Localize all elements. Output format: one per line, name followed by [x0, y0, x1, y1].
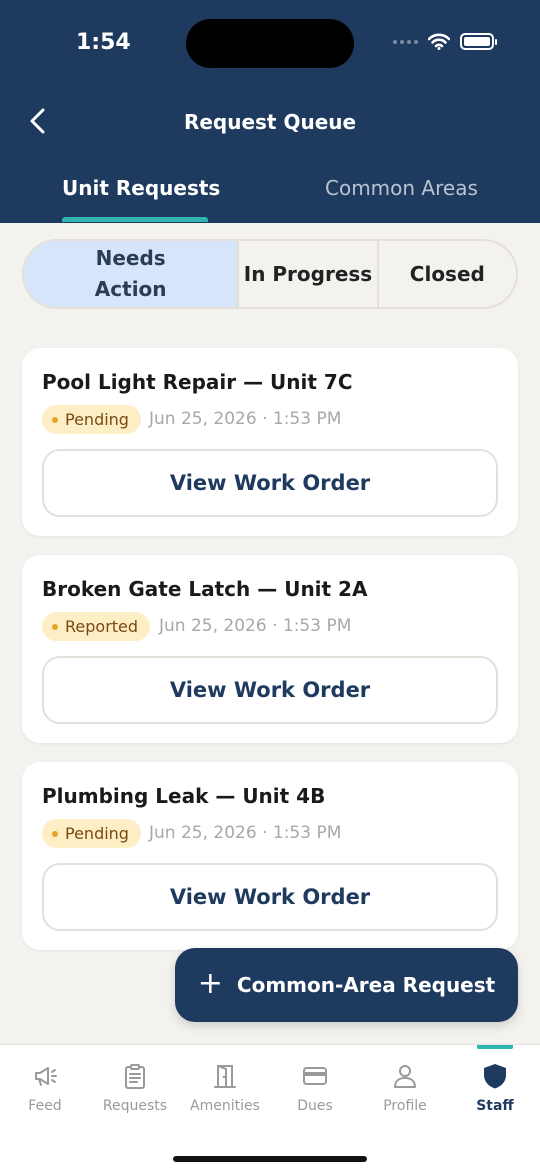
dynamic-island: [186, 19, 354, 68]
segment-in-progress[interactable]: In Progress: [239, 241, 379, 307]
nav-label: Requests: [102, 1098, 168, 1114]
request-card: Plumbing Leak — Unit 4B Pending Jun 25, …: [22, 762, 518, 950]
status-dot: [52, 623, 58, 630]
status-badge: Pending: [42, 819, 141, 848]
active-tab-indicator: [62, 217, 208, 222]
request-card: Pool Light Repair — Unit 7C Pending Jun …: [22, 348, 518, 536]
clipboard-icon: [125, 1064, 145, 1089]
status-dot: [52, 416, 58, 423]
request-card: Broken Gate Latch — Unit 2A Reported Jun…: [22, 555, 518, 743]
request-timestamp: Jun 25, 2026 · 1:53 PM: [149, 823, 342, 843]
header: 1:54 Request Queue Unit Requests Common …: [0, 0, 540, 223]
request-title: Pool Light Repair — Unit 7C: [42, 370, 353, 394]
request-title: Plumbing Leak — Unit 4B: [42, 784, 326, 808]
status-icons: [393, 33, 497, 50]
view-work-order-button[interactable]: View Work Order: [42, 449, 498, 517]
card-icon: [303, 1067, 327, 1085]
status-time: 1:54: [76, 30, 131, 55]
tab-common-areas[interactable]: Common Areas: [325, 176, 478, 200]
nav-label: Dues: [297, 1098, 333, 1114]
cellular-signal-icon: [393, 39, 418, 44]
status-label: Reported: [65, 617, 139, 636]
nav-label: Amenities: [190, 1098, 260, 1114]
megaphone-icon: [35, 1067, 57, 1086]
bottom-navigation: Feed Requests Amenities Dues Profile Sta…: [0, 1044, 540, 1174]
request-timestamp: Jun 25, 2026 · 1:53 PM: [159, 616, 352, 636]
segment-closed[interactable]: Closed: [379, 241, 516, 307]
status-badge: Reported: [42, 612, 151, 641]
door-icon: [214, 1065, 236, 1088]
tab-unit-requests[interactable]: Unit Requests: [62, 176, 220, 200]
nav-label: Staff: [476, 1098, 514, 1114]
view-work-order-button[interactable]: View Work Order: [42, 656, 498, 724]
nav-item-requests[interactable]: Requests: [90, 1045, 180, 1135]
status-dot: [52, 830, 58, 837]
status-label: Pending: [65, 824, 129, 843]
nav-label: Feed: [28, 1098, 62, 1114]
nav-item-dues[interactable]: Dues: [270, 1045, 360, 1135]
view-work-order-button[interactable]: View Work Order: [42, 863, 498, 931]
nav-item-profile[interactable]: Profile: [360, 1045, 450, 1135]
status-filter: Needs Action In Progress Closed: [22, 239, 518, 309]
segment-needs-action[interactable]: Needs Action: [24, 241, 240, 307]
common-area-request-button[interactable]: + Common-Area Request: [175, 948, 518, 1022]
wifi-icon: [428, 33, 450, 50]
nav-item-amenities[interactable]: Amenities: [180, 1045, 270, 1135]
nav-item-feed[interactable]: Feed: [0, 1045, 90, 1135]
request-title: Broken Gate Latch — Unit 2A: [42, 577, 368, 601]
page-title: Request Queue: [183, 110, 357, 134]
nav-item-staff[interactable]: Staff: [450, 1045, 540, 1135]
status-label: Pending: [65, 410, 129, 429]
nav-label: Profile: [383, 1098, 427, 1114]
shield-icon: [484, 1064, 506, 1089]
request-timestamp: Jun 25, 2026 · 1:53 PM: [149, 409, 342, 429]
home-indicator: [173, 1156, 367, 1162]
person-icon: [394, 1065, 416, 1088]
fab-label: Common-Area Request: [236, 973, 496, 997]
status-badge: Pending: [42, 405, 141, 434]
battery-icon: [460, 33, 497, 50]
plus-icon: +: [197, 965, 223, 1001]
